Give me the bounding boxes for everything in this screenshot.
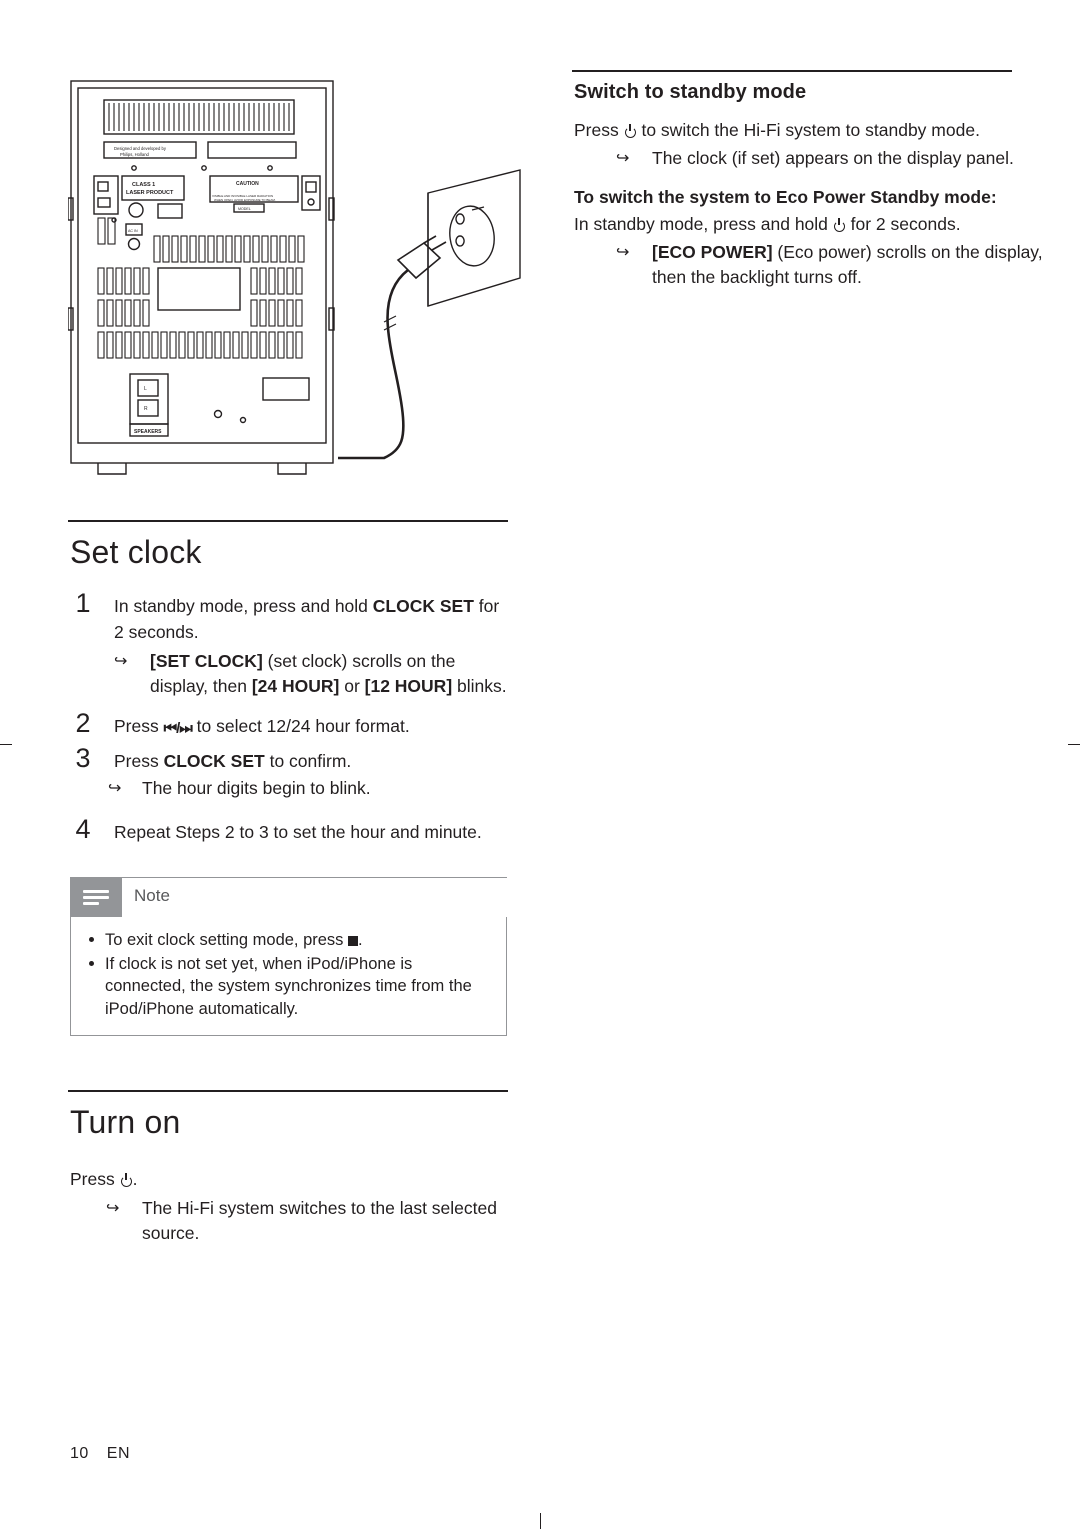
step-3-text-pre: Press [114, 751, 164, 771]
step-4-text: Repeat Steps 2 to 3 to set the hour and … [114, 822, 482, 842]
svg-text:LASER PRODUCT: LASER PRODUCT [126, 190, 174, 196]
standby-rule [572, 70, 1012, 72]
standby-sub-1-text: The clock (if set) appears on the displa… [652, 148, 1014, 168]
standby-paragraph-1: Press to switch the Hi-Fi system to stan… [574, 118, 1009, 143]
power-standby-icon [624, 124, 637, 138]
note-item-2-text: If clock is not set yet, when iPod/iPhon… [105, 954, 472, 1018]
step-2-number: 2 [75, 708, 91, 738]
turn-on-press-line: Press . [70, 1167, 508, 1192]
rear-panel-power-connection-diagram: Designed and developed by Philips, Holla… [67, 78, 523, 478]
step-4-number: 4 [75, 814, 91, 844]
step-3-text: Press CLOCK SET to confirm. [114, 748, 508, 774]
document-page: Designed and developed by Philips, Holla… [0, 0, 1080, 1529]
step-1-sub-1: ↪ [SET CLOCK] (set clock) scrolls on the… [114, 649, 508, 699]
step-1-sub-bold-1: [SET CLOCK] [150, 651, 263, 671]
standby-sub-1: ↪ The clock (if set) appears on the disp… [616, 146, 1042, 171]
turn-on-rule [68, 1090, 508, 1092]
arrow-icon: ↪ [616, 244, 630, 261]
step-1-text-pre: In standby mode, press and hold [114, 596, 373, 616]
power-standby-icon [120, 1173, 133, 1187]
note-box: Note To exit clock setting mode, press .… [70, 877, 507, 1036]
step-3-text-post: to confirm. [264, 751, 352, 771]
svg-text:Philips, Holland: Philips, Holland [120, 152, 150, 157]
arrow-icon: ↪ [616, 150, 630, 167]
step-4: 4 Repeat Steps 2 to 3 to set the hour an… [68, 814, 508, 847]
svg-text:R: R [144, 406, 148, 412]
svg-text:MODEL: MODEL [238, 207, 251, 211]
step-3-number: 3 [75, 743, 91, 773]
turn-on-sub-text: The Hi-Fi system switches to the last se… [142, 1198, 497, 1243]
step-3-sub-text: The hour digits begin to blink. [142, 778, 371, 798]
page-language: EN [106, 1445, 131, 1462]
svg-text:L: L [144, 386, 147, 392]
svg-text:AC IN: AC IN [128, 229, 138, 233]
step-1-number: 1 [75, 588, 91, 618]
turn-on-press-label: Press [70, 1169, 115, 1189]
turn-on-section: Turn on Press . ↪ The Hi-Fi system switc… [68, 1090, 508, 1246]
crop-mark-bottom [540, 1513, 541, 1529]
step-3-sub-1: ↪ The hour digits begin to blink. [108, 776, 508, 801]
arrow-icon: ↪ [108, 780, 122, 797]
standby-heading: Switch to standby mode [574, 81, 807, 103]
step-1: 1 In standby mode, press and hold CLOCK … [68, 588, 508, 699]
right-column: Switch to standby mode Press to switch t… [572, 70, 1043, 292]
turn-on-heading: Turn on [70, 1104, 181, 1140]
note-label: Note [122, 877, 507, 917]
standby-para1-pre: Press [574, 120, 624, 140]
step-2-text-post: to select 12/24 hour format. [191, 716, 410, 736]
note-header: Note [70, 877, 507, 917]
step-1-text-bold: CLOCK SET [372, 596, 474, 616]
set-clock-heading: Set clock [70, 534, 202, 570]
standby-para2-pre: In standby mode, press and hold [574, 214, 833, 234]
page-number: 10 [70, 1445, 89, 1462]
crop-mark-right [1068, 744, 1080, 745]
svg-text:CLASS 1: CLASS 1 [132, 182, 155, 188]
previous-next-button-icon: ⏮/⏭ [163, 720, 193, 737]
standby-paragraph-2: In standby mode, press and hold for 2 se… [574, 212, 1009, 237]
eco-power-bold: [ECO POWER] [652, 242, 773, 262]
svg-text:WHEN OPEN. AVOID EXPOSURE TO B: WHEN OPEN. AVOID EXPOSURE TO BEAM. [214, 198, 276, 202]
standby-para1-post: to switch the Hi-Fi system to standby mo… [636, 120, 980, 140]
step-1-sub-mid-2: or [339, 676, 365, 696]
svg-text:Designed and developed by: Designed and developed by [114, 146, 167, 151]
stop-button-icon [348, 936, 359, 946]
step-1-sub-post: blinks. [452, 676, 507, 696]
arrow-icon: ↪ [106, 1200, 120, 1217]
left-column: Set clock 1 In standby mode, press and h… [68, 520, 508, 1248]
page-footer: 10 EN [70, 1445, 130, 1463]
step-2-text-pre: Press [114, 716, 164, 736]
step-3-text-bold: CLOCK SET [163, 751, 265, 771]
step-1-sub-bold-3: [12 HOUR] [364, 676, 453, 696]
step-1-sub-bold-2: [24 HOUR] [251, 676, 340, 696]
set-clock-rule [68, 520, 508, 522]
step-1-text: In standby mode, press and hold CLOCK SE… [114, 593, 508, 645]
step-3: 3 Press CLOCK SET to confirm. ↪ The hour… [68, 743, 508, 801]
arrow-icon: ↪ [114, 653, 128, 670]
step-2-text: Press ⏮/⏭ to select 12/24 hour format. [114, 713, 508, 742]
note-item-1-post: . [358, 931, 363, 949]
svg-text:SPEAKERS: SPEAKERS [134, 429, 162, 435]
standby-sub-2: ↪ [ECO POWER] (Eco power) scrolls on the… [616, 240, 1047, 290]
turn-on-period: . [132, 1169, 138, 1189]
note-body: To exit clock setting mode, press . If c… [70, 917, 507, 1036]
svg-text:CAUTION: CAUTION [236, 181, 259, 187]
standby-para2-post: for 2 seconds. [845, 214, 961, 234]
note-icon [70, 877, 122, 917]
eco-power-subheading: To switch the system to Eco Power Standb… [574, 187, 997, 207]
step-2: 2 Press ⏮/⏭ to select 12/24 hour format. [68, 708, 508, 742]
note-item-1-text: To exit clock setting mode, press [105, 931, 349, 949]
crop-mark-left [0, 744, 12, 745]
note-item-2: If clock is not set yet, when iPod/iPhon… [85, 953, 492, 1021]
turn-on-sub-1: ↪ The Hi-Fi system switches to the last … [106, 1196, 532, 1246]
note-item-1: To exit clock setting mode, press . [85, 929, 492, 952]
power-standby-icon [833, 218, 846, 232]
